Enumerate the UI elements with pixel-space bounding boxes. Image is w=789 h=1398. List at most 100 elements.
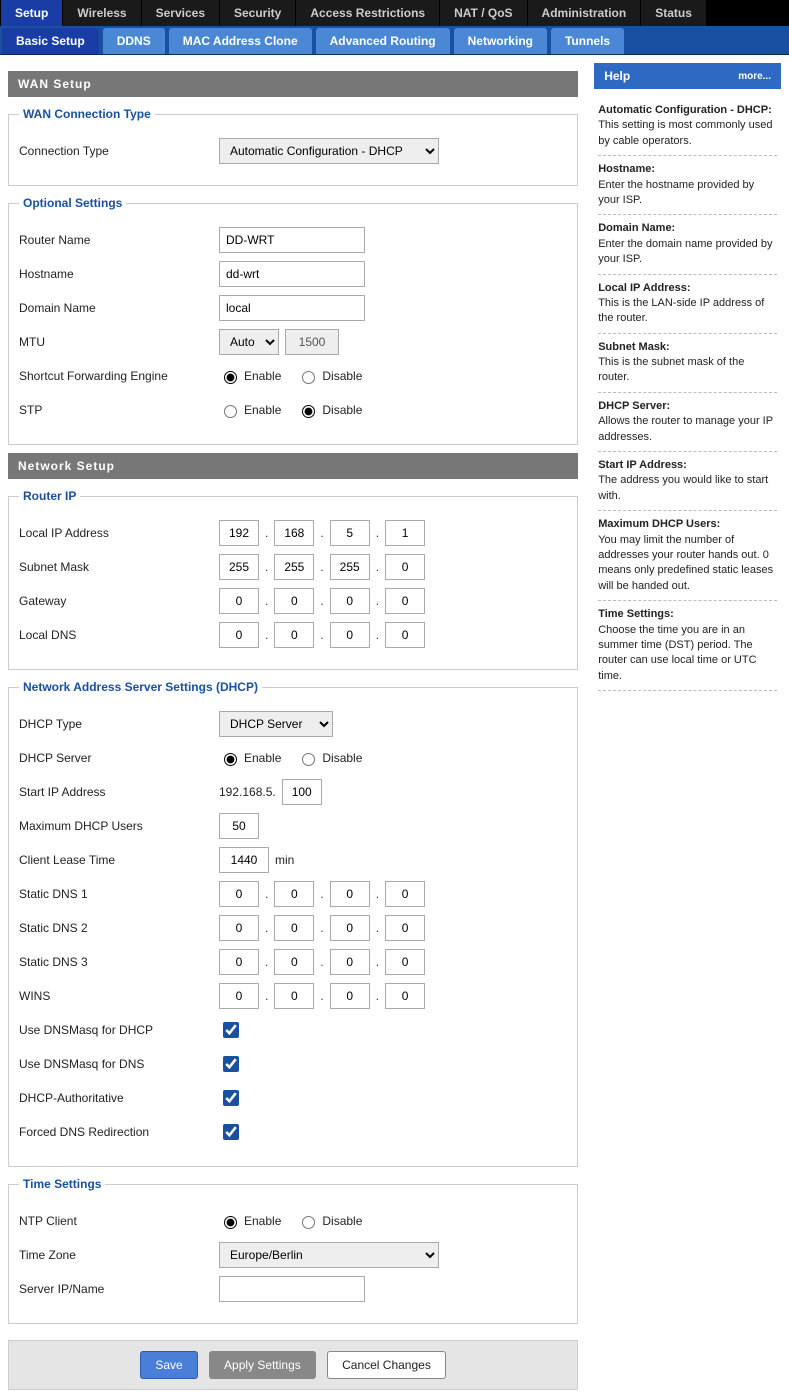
input-start-ip[interactable] bbox=[282, 779, 322, 805]
label-sdns1: Static DNS 1 bbox=[19, 887, 219, 901]
help-content: Automatic Configuration - DHCP:This sett… bbox=[594, 89, 781, 699]
sub-tab-mac-address-clone[interactable]: MAC Address Clone bbox=[169, 28, 312, 54]
input-gateway-3[interactable] bbox=[385, 588, 425, 614]
text-start-ip-prefix: 192.168.5. bbox=[219, 785, 276, 799]
input-sdns1-1[interactable] bbox=[274, 881, 314, 907]
select-dhcp-type[interactable]: DHCP Server bbox=[219, 711, 333, 737]
input-sdns2-1[interactable] bbox=[274, 915, 314, 941]
top-tab-nat-qos[interactable]: NAT / QoS bbox=[439, 0, 526, 26]
radio-stp-disable[interactable] bbox=[302, 405, 315, 418]
input-sdns3-1[interactable] bbox=[274, 949, 314, 975]
radio-ntp-disable[interactable] bbox=[302, 1216, 315, 1229]
label-mtu: MTU bbox=[19, 335, 219, 349]
radio-sfe-disable[interactable] bbox=[302, 371, 315, 384]
apply-button[interactable]: Apply Settings bbox=[209, 1351, 316, 1379]
label-dhcp-auth: DHCP-Authoritative bbox=[19, 1091, 219, 1105]
section-network-setup: Network Setup bbox=[8, 453, 578, 479]
input-wins-3[interactable] bbox=[385, 983, 425, 1009]
section-wan-setup: WAN Setup bbox=[8, 71, 578, 97]
top-tab-access-restrictions[interactable]: Access Restrictions bbox=[295, 0, 439, 26]
select-tz[interactable]: Europe/Berlin bbox=[219, 1242, 439, 1268]
help-item-1: Hostname:Enter the hostname provided by … bbox=[598, 156, 777, 215]
sub-tab-ddns[interactable]: DDNS bbox=[103, 28, 165, 54]
legend-time: Time Settings bbox=[19, 1177, 105, 1191]
input-wins-2[interactable] bbox=[330, 983, 370, 1009]
top-nav: SetupWirelessServicesSecurityAccess Rest… bbox=[0, 0, 789, 26]
check-dnsmasq-dhcp[interactable] bbox=[223, 1022, 239, 1038]
select-mtu-mode[interactable]: Auto bbox=[219, 329, 279, 355]
label-dhcp-type: DHCP Type bbox=[19, 717, 219, 731]
input-sdns1-2[interactable] bbox=[330, 881, 370, 907]
legend-optional: Optional Settings bbox=[19, 196, 126, 210]
top-tab-setup[interactable]: Setup bbox=[0, 0, 62, 26]
label-mask: Subnet Mask bbox=[19, 560, 219, 574]
sub-tab-networking[interactable]: Networking bbox=[454, 28, 547, 54]
input-sdns2-3[interactable] bbox=[385, 915, 425, 941]
input-sdns3-3[interactable] bbox=[385, 949, 425, 975]
radio-dhcp-enable[interactable] bbox=[224, 753, 237, 766]
input-local-ip-1[interactable] bbox=[274, 520, 314, 546]
save-button[interactable]: Save bbox=[140, 1351, 197, 1379]
fieldset-router-ip: Router IP Local IP Address ... Subnet Ma… bbox=[8, 489, 578, 670]
fieldset-dhcp: Network Address Server Settings (DHCP) D… bbox=[8, 680, 578, 1167]
help-header: Help more... bbox=[594, 63, 781, 89]
label-forced-dns: Forced DNS Redirection bbox=[19, 1125, 219, 1139]
input-mask-0[interactable] bbox=[219, 554, 259, 580]
input-wins-0[interactable] bbox=[219, 983, 259, 1009]
sub-tab-tunnels[interactable]: Tunnels bbox=[551, 28, 624, 54]
input-local-ip-2[interactable] bbox=[330, 520, 370, 546]
input-sdns3-2[interactable] bbox=[330, 949, 370, 975]
label-gateway: Gateway bbox=[19, 594, 219, 608]
check-dhcp-auth[interactable] bbox=[223, 1090, 239, 1106]
label-sdns3: Static DNS 3 bbox=[19, 955, 219, 969]
radio-stp-enable[interactable] bbox=[224, 405, 237, 418]
sub-tab-advanced-routing[interactable]: Advanced Routing bbox=[316, 28, 450, 54]
fieldset-time: Time Settings NTP Client Enable Disable … bbox=[8, 1177, 578, 1324]
radio-ntp-enable[interactable] bbox=[224, 1216, 237, 1229]
input-lease[interactable] bbox=[219, 847, 269, 873]
top-tab-wireless[interactable]: Wireless bbox=[62, 0, 140, 26]
input-mask-1[interactable] bbox=[274, 554, 314, 580]
help-item-4: Subnet Mask:This is the subnet mask of t… bbox=[598, 334, 777, 393]
input-ntp-server[interactable] bbox=[219, 1276, 365, 1302]
input-router-name[interactable] bbox=[219, 227, 365, 253]
input-sdns2-0[interactable] bbox=[219, 915, 259, 941]
input-hostname[interactable] bbox=[219, 261, 365, 287]
input-mtu-value[interactable] bbox=[285, 329, 339, 355]
input-wins-1[interactable] bbox=[274, 983, 314, 1009]
label-stp: STP bbox=[19, 403, 219, 417]
input-local-ip-0[interactable] bbox=[219, 520, 259, 546]
input-local-dns-1[interactable] bbox=[274, 622, 314, 648]
input-local-dns-2[interactable] bbox=[330, 622, 370, 648]
input-local-dns-0[interactable] bbox=[219, 622, 259, 648]
check-forced-dns[interactable] bbox=[223, 1124, 239, 1140]
input-sdns1-3[interactable] bbox=[385, 881, 425, 907]
cancel-button[interactable]: Cancel Changes bbox=[327, 1351, 446, 1379]
input-sdns3-0[interactable] bbox=[219, 949, 259, 975]
label-start-ip: Start IP Address bbox=[19, 785, 219, 799]
input-sdns2-2[interactable] bbox=[330, 915, 370, 941]
input-local-ip-3[interactable] bbox=[385, 520, 425, 546]
input-local-dns-3[interactable] bbox=[385, 622, 425, 648]
top-tab-security[interactable]: Security bbox=[219, 0, 295, 26]
label-ntp-server: Server IP/Name bbox=[19, 1282, 219, 1296]
sub-nav: Basic SetupDDNSMAC Address CloneAdvanced… bbox=[0, 26, 789, 55]
radio-dhcp-disable[interactable] bbox=[302, 753, 315, 766]
help-item-7: Maximum DHCP Users:You may limit the num… bbox=[598, 511, 777, 601]
input-gateway-2[interactable] bbox=[330, 588, 370, 614]
top-tab-administration[interactable]: Administration bbox=[527, 0, 641, 26]
top-tab-status[interactable]: Status bbox=[640, 0, 706, 26]
input-mask-2[interactable] bbox=[330, 554, 370, 580]
top-tab-services[interactable]: Services bbox=[141, 0, 219, 26]
input-mask-3[interactable] bbox=[385, 554, 425, 580]
input-sdns1-0[interactable] bbox=[219, 881, 259, 907]
help-more-link[interactable]: more... bbox=[738, 71, 771, 82]
check-dnsmasq-dns[interactable] bbox=[223, 1056, 239, 1072]
sub-tab-basic-setup[interactable]: Basic Setup bbox=[2, 28, 99, 54]
input-gateway-0[interactable] bbox=[219, 588, 259, 614]
input-max-users[interactable] bbox=[219, 813, 259, 839]
input-domain[interactable] bbox=[219, 295, 365, 321]
input-gateway-1[interactable] bbox=[274, 588, 314, 614]
radio-sfe-enable[interactable] bbox=[224, 371, 237, 384]
select-connection-type[interactable]: Automatic Configuration - DHCP bbox=[219, 138, 439, 164]
